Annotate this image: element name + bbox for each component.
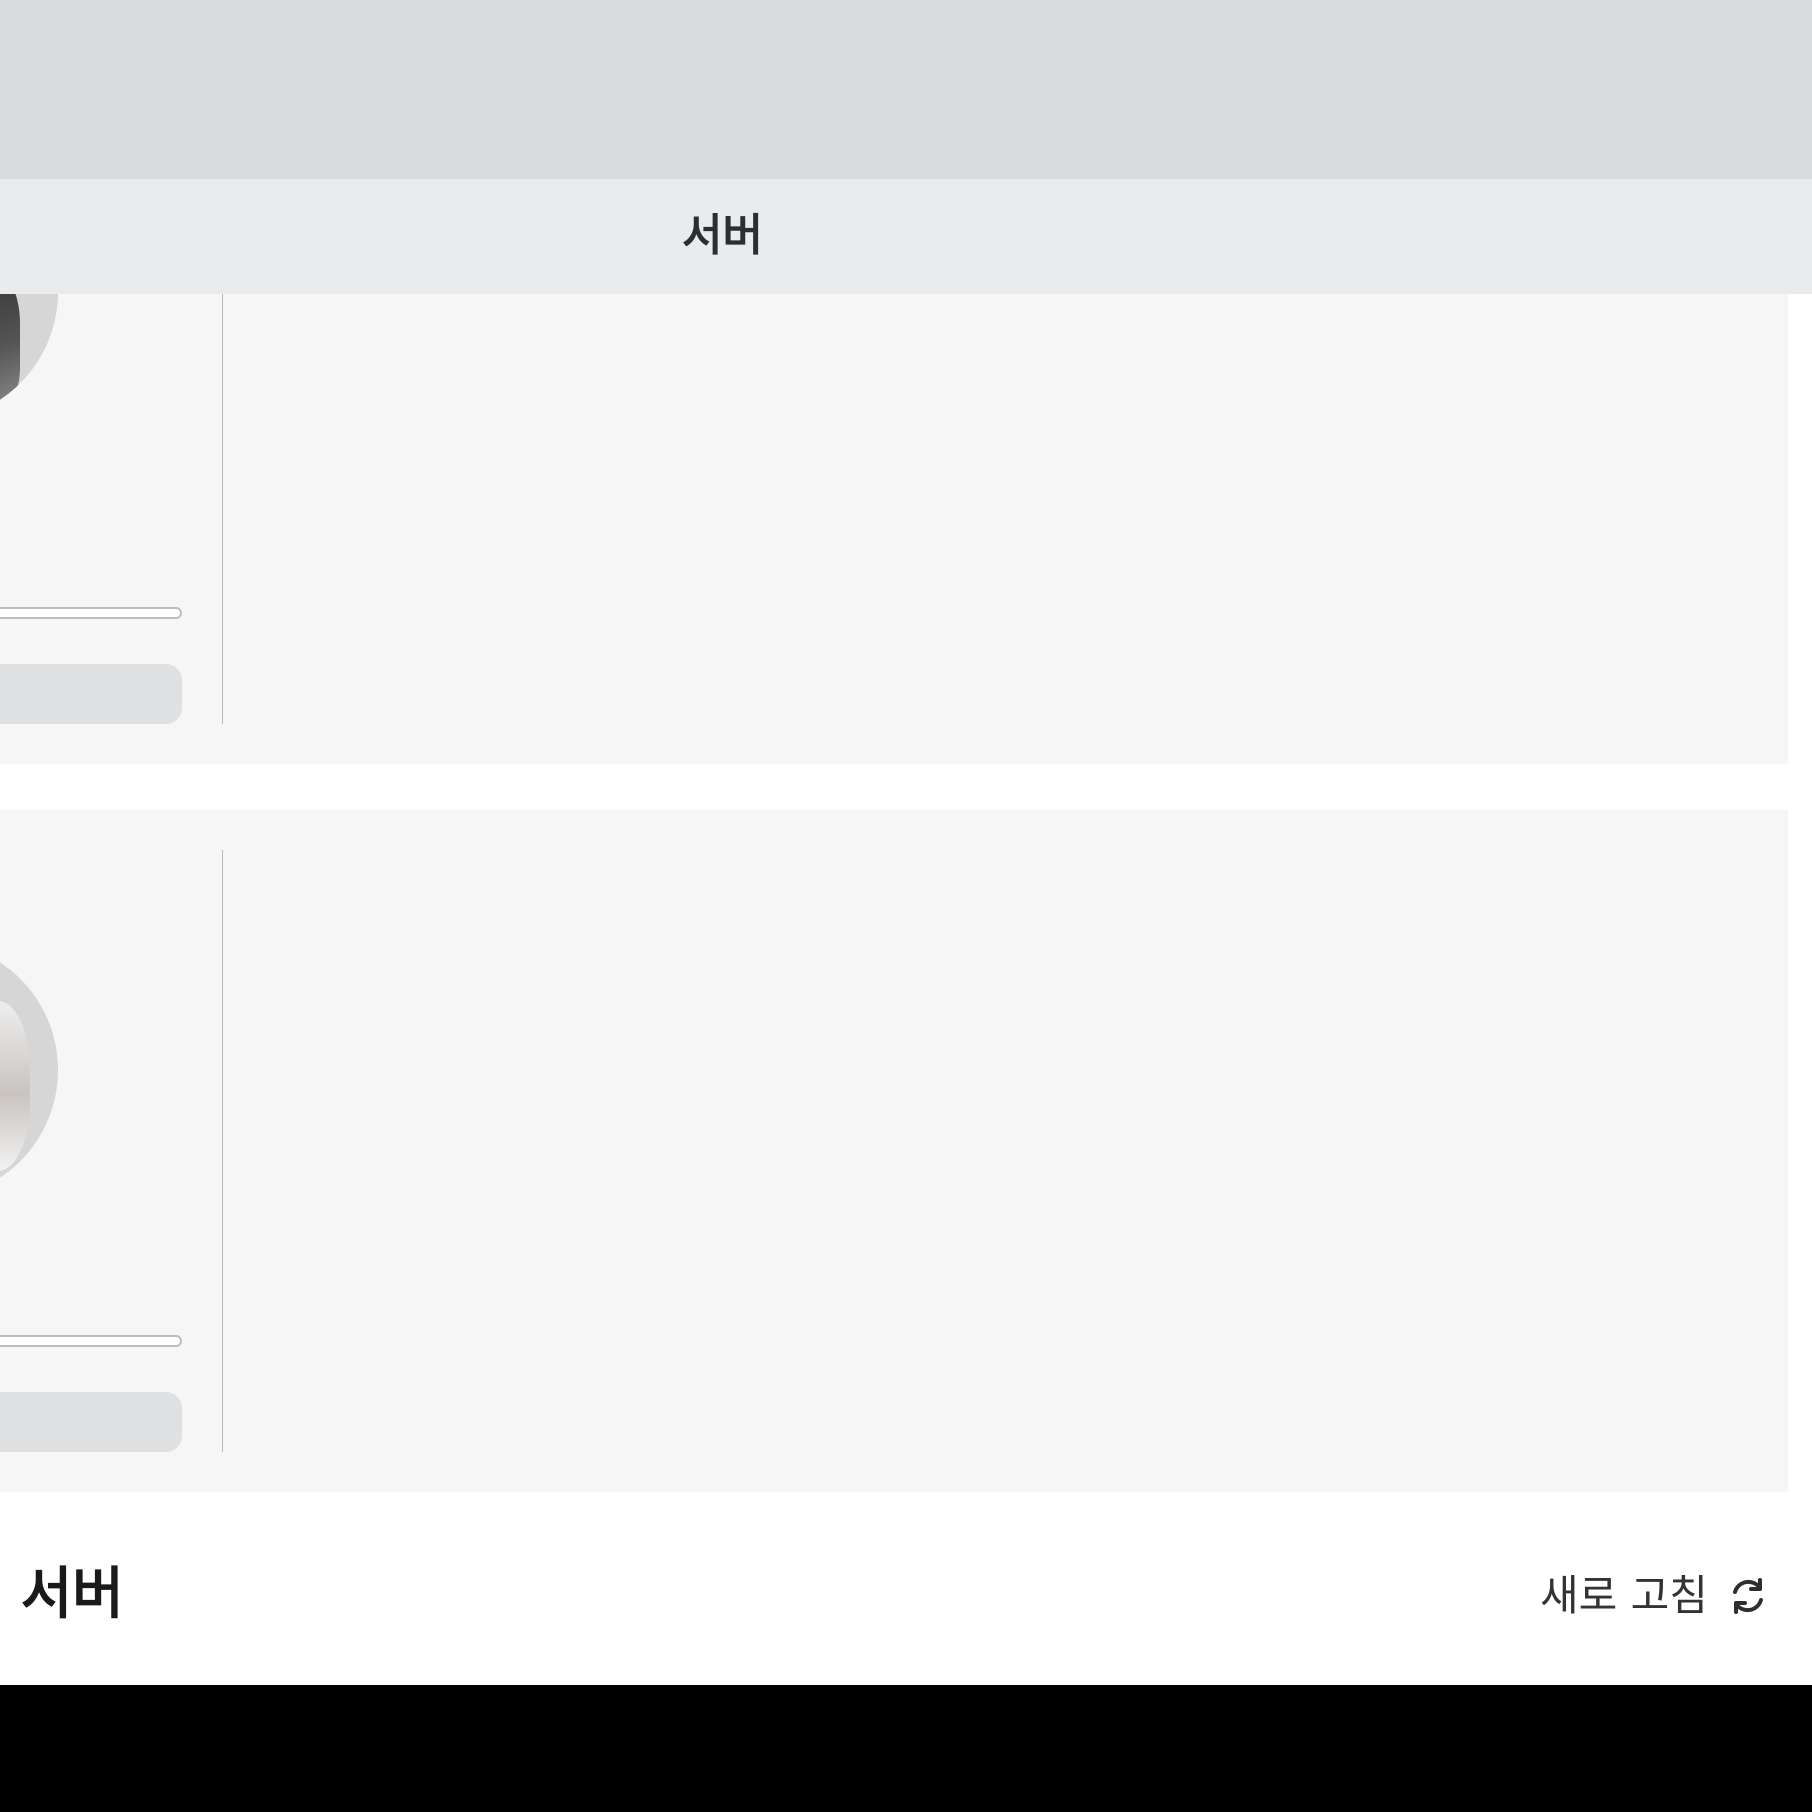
avatar [0,941,58,1199]
card-divider [222,850,223,1452]
bottom-bar [0,1685,1812,1812]
card-action-button[interactable] [0,664,182,724]
page: 서버 - 서버 새로 고침 [0,0,1812,1812]
card-action-button[interactable] [0,1392,182,1452]
server-card[interactable] [0,810,1788,1492]
avatar-image [0,294,20,413]
section-title: - 서버 [0,1562,124,1627]
card-divider [222,294,223,724]
progress-bar [0,1335,182,1347]
tab-bar [0,179,1812,294]
refresh-icon[interactable] [1726,1574,1770,1618]
top-header [0,0,1812,179]
progress-bar [0,607,182,619]
tab-servers[interactable]: 서버 [682,208,882,264]
avatar-image [0,1001,30,1171]
avatar [0,294,58,421]
refresh-button[interactable]: 새로 고침 [1540,1566,1770,1626]
refresh-label: 새로 고침 [1540,1571,1708,1620]
server-card[interactable] [0,294,1788,764]
